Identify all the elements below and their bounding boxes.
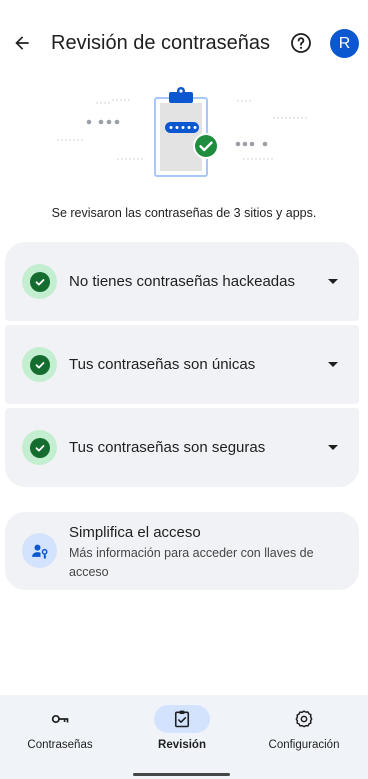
key-icon bbox=[51, 714, 69, 723]
help-circle-icon bbox=[291, 33, 311, 53]
gear-icon bbox=[295, 710, 313, 728]
person-key-icon bbox=[22, 533, 57, 568]
review-summary: Se revisaron las contraseñas de 3 sitios… bbox=[51, 206, 317, 220]
nav-item-passwords[interactable]: Contraseñas bbox=[0, 705, 120, 751]
clipboard-password-check-illustration bbox=[0, 84, 368, 184]
check-row-weak[interactable]: Tus contraseñas son seguras bbox=[5, 408, 359, 487]
nav-label: Revisión bbox=[158, 739, 206, 751]
check-label: Tus contraseñas son seguras bbox=[69, 439, 266, 456]
check-label: No tienes contraseñas hackeadas bbox=[69, 273, 295, 290]
nav-item-settings[interactable]: Configuración bbox=[244, 705, 364, 751]
home-indicator[interactable] bbox=[133, 773, 230, 776]
back-button[interactable] bbox=[10, 31, 34, 55]
nav-label: Configuración bbox=[268, 739, 340, 751]
nav-label: Contraseñas bbox=[27, 739, 93, 751]
check-label: Tus contraseñas son únicas bbox=[69, 356, 256, 373]
check-circle-icon bbox=[22, 347, 57, 382]
nav-item-review[interactable]: Revisión bbox=[122, 705, 242, 751]
check-circle-icon bbox=[22, 264, 57, 299]
clipboard-check-icon bbox=[174, 710, 190, 728]
card-title: Simplifica el acceso bbox=[69, 524, 201, 541]
page-title: Revisión de contraseñas bbox=[51, 32, 271, 54]
check-circle-icon bbox=[22, 430, 57, 465]
check-results-list: No tienes contraseñas hackeadas Tus cont… bbox=[5, 242, 359, 491]
chevron-down-icon[interactable] bbox=[325, 357, 341, 373]
passkey-promo-card[interactable]: Simplifica el acceso Más información par… bbox=[5, 512, 359, 590]
chevron-down-icon[interactable] bbox=[325, 440, 341, 456]
check-row-reused[interactable]: Tus contraseñas son únicas bbox=[5, 325, 359, 404]
bottom-navigation: Contraseñas Revisión Configuración bbox=[0, 695, 368, 779]
help-button[interactable] bbox=[289, 31, 313, 55]
app-bar: Revisión de contraseñas R bbox=[0, 0, 368, 88]
chevron-down-icon[interactable] bbox=[325, 274, 341, 290]
arrow-back-icon bbox=[15, 36, 29, 50]
check-row-compromised[interactable]: No tienes contraseñas hackeadas bbox=[5, 242, 359, 321]
account-avatar[interactable]: R bbox=[330, 29, 359, 58]
card-description: Más información para acceder con llaves … bbox=[69, 546, 314, 579]
